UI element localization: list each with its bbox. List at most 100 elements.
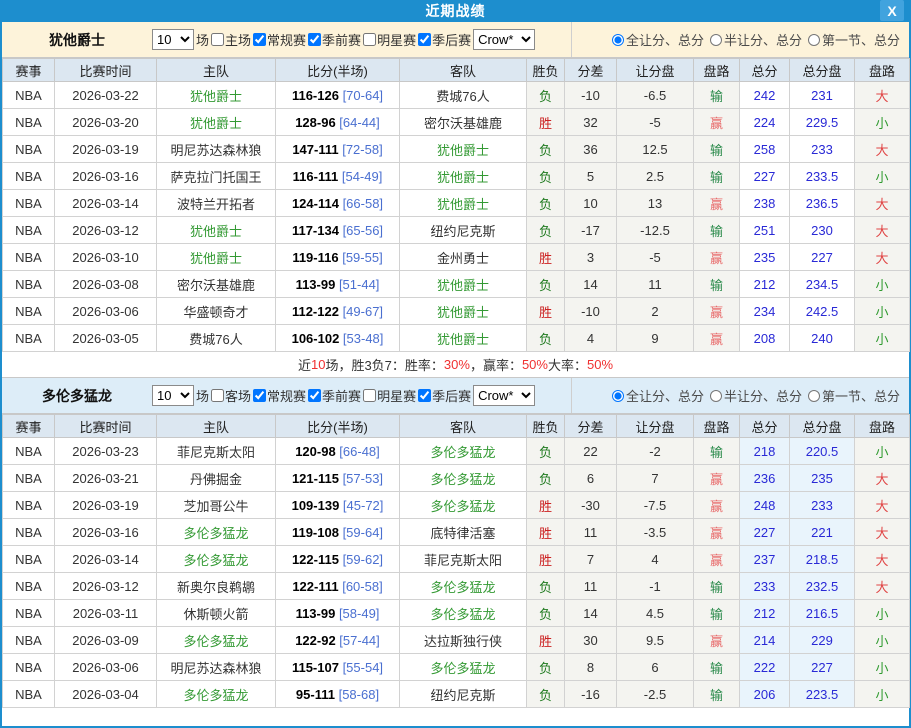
cell-result: 胜 [527,519,565,546]
cell-league: NBA [3,136,55,163]
cell-result: 负 [527,190,565,217]
checkbox-allstar[interactable]: 明星赛 [361,30,416,49]
col-header-result: 胜负 [527,59,565,82]
cell-date: 2026-03-11 [55,600,157,627]
half-score: [55-54] [339,660,383,675]
checkbox-regular-season[interactable]: 常规赛 [251,386,306,405]
radio-full-handicap-total[interactable]: 全让分、总分 [612,386,704,405]
radio-half-handicap-total-input[interactable] [710,390,722,402]
table-row: NBA2026-03-20犹他爵士128-96 [64-44]密尔沃基雄鹿胜32… [3,109,910,136]
checkbox-allstar-input[interactable] [363,33,376,46]
checkbox-playoffs[interactable]: 季后赛 [416,386,471,405]
close-button[interactable]: X [880,0,904,21]
cell-league: NBA [3,82,55,109]
radio-full-handicap-total-input[interactable] [612,34,624,46]
cell-league: NBA [3,627,55,654]
bookmaker-select[interactable]: Crow* [473,29,535,50]
full-score: 112-122 [292,304,339,319]
cell-result: 负 [527,325,565,352]
recent-results-window: 近期战绩 X 犹他爵士 10 场 主场 常规赛 [0,0,911,728]
half-score: [65-56] [339,223,383,238]
cell-score: 95-111 [58-68] [276,681,400,708]
full-score: 116-126 [292,88,339,103]
checkbox-playoffs-input[interactable] [418,33,431,46]
checkbox-label: 季前赛 [322,30,361,49]
checkbox-home-games[interactable]: 主场 [209,30,251,49]
radio-first-quarter-total[interactable]: 第一节、总分 [808,386,900,405]
table-row: NBA2026-03-06华盛顿奇才112-122 [49-67]犹他爵士胜-1… [3,298,910,325]
half-score: [64-44] [336,115,380,130]
summary-row: 近 10 场，胜3负7：胜率：30%，赢率：50% 大率：50% [2,352,909,378]
titlebar: 近期战绩 X [2,0,909,22]
radio-full-handicap-total[interactable]: 全让分、总分 [612,30,704,49]
radio-first-quarter-total[interactable]: 第一节、总分 [808,30,900,49]
checkbox-regular-season[interactable]: 常规赛 [251,30,306,49]
checkbox-away-games[interactable]: 客场 [209,386,251,405]
checkbox-regular-season-input[interactable] [253,33,266,46]
full-score: 119-108 [292,525,339,540]
checkbox-preseason-input[interactable] [308,33,321,46]
cell-total-points: 258 [740,136,790,163]
checkbox-allstar[interactable]: 明星赛 [361,386,416,405]
cell-total-points: 214 [740,627,790,654]
checkbox-preseason[interactable]: 季前赛 [306,386,361,405]
cell-handicap-line: 4 [617,546,694,573]
checkbox-playoffs-input[interactable] [418,389,431,402]
cell-handicap-result: 输 [694,271,740,298]
games-count-select[interactable]: 10 [152,385,194,406]
col-header-handicap-result: 盘路 [694,59,740,82]
radio-half-handicap-total-input[interactable] [710,34,722,46]
checkbox-away-games-input[interactable] [211,389,224,402]
cell-handicap-line: -5 [617,109,694,136]
cell-total-points: 206 [740,681,790,708]
col-header-league: 赛事 [3,59,55,82]
cell-home-team: 新奥尔良鹈鹕 [157,573,276,600]
cell-result: 负 [527,82,565,109]
cell-over-under: 小 [855,438,910,465]
games-suffix-label: 场 [196,30,209,49]
cell-league: NBA [3,217,55,244]
col-header-handicap-line: 让分盘 [617,415,694,438]
cell-handicap-line: -6.5 [617,82,694,109]
full-score: 122-92 [295,633,335,648]
cell-date: 2026-03-09 [55,627,157,654]
summary-segment: 场，胜3负7：胜率： [325,355,443,374]
cell-handicap-result: 输 [694,573,740,600]
games-count-select[interactable]: 10 [152,29,194,50]
filter-left: 犹他爵士 10 场 主场 常规赛 季前赛 [2,22,572,57]
radio-first-quarter-total-input[interactable] [808,34,820,46]
checkbox-playoffs[interactable]: 季后赛 [416,30,471,49]
cell-home-team: 丹佛掘金 [157,465,276,492]
cell-point-diff: 3 [565,244,617,271]
cell-over-under: 小 [855,627,910,654]
radio-first-quarter-total-input[interactable] [808,390,820,402]
radio-full-handicap-total-input[interactable] [612,390,624,402]
cell-over-under: 大 [855,190,910,217]
half-score: [59-64] [339,525,383,540]
col-header-home-team: 主队 [157,59,276,82]
checkbox-preseason[interactable]: 季前赛 [306,30,361,49]
cell-total-line: 242.5 [790,298,855,325]
radio-label: 半让分、总分 [724,30,802,49]
cell-date: 2026-03-10 [55,244,157,271]
half-score: [66-58] [339,196,383,211]
cell-point-diff: -10 [565,82,617,109]
bookmaker-select[interactable]: Crow* [473,385,535,406]
cell-point-diff: 6 [565,465,617,492]
cell-date: 2026-03-14 [55,190,157,217]
cell-score: 122-115 [59-62] [276,546,400,573]
checkbox-preseason-input[interactable] [308,389,321,402]
checkbox-home-games-input[interactable] [211,33,224,46]
checkbox-regular-season-input[interactable] [253,389,266,402]
cell-handicap-line: -2 [617,438,694,465]
checkbox-allstar-input[interactable] [363,389,376,402]
radio-half-handicap-total[interactable]: 半让分、总分 [710,386,802,405]
cell-total-line: 227 [790,244,855,271]
table-row: NBA2026-03-16多伦多猛龙119-108 [59-64]底特律活塞胜1… [3,519,910,546]
checkbox-label: 主场 [225,30,251,49]
radio-half-handicap-total[interactable]: 半让分、总分 [710,30,802,49]
cell-handicap-result: 输 [694,217,740,244]
filter-bar: 多伦多猛龙 10 场 客场 常规赛 季前赛 [2,378,909,414]
cell-handicap-line: 4.5 [617,600,694,627]
cell-total-points: 234 [740,298,790,325]
